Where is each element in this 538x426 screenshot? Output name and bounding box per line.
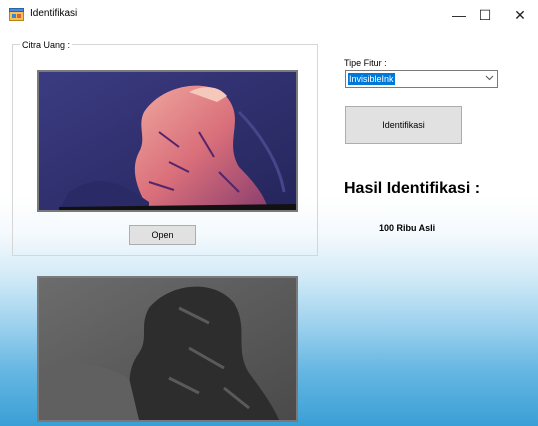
processed-image <box>37 276 298 422</box>
eagle-grayscale-image <box>39 278 296 420</box>
open-button[interactable]: Open <box>129 225 196 245</box>
title-bar: Identifikasi — ☐ ✕ <box>0 0 538 30</box>
minimize-icon: — <box>452 7 466 23</box>
maximize-button[interactable]: ☐ <box>465 0 505 30</box>
eagle-color-image <box>39 72 296 210</box>
tipe-fitur-selected: InvisibleInk <box>348 73 395 85</box>
close-button[interactable]: ✕ <box>500 0 538 30</box>
close-icon: ✕ <box>514 6 526 23</box>
maximize-icon: ☐ <box>478 6 492 23</box>
chevron-down-icon[interactable] <box>485 73 494 85</box>
identifikasi-button[interactable]: Identifikasi <box>345 106 462 144</box>
tipe-fitur-label: Tipe Fitur : <box>344 58 387 68</box>
hasil-identifikasi-heading: Hasil Identifikasi : <box>344 180 481 197</box>
citra-uang-label: Citra Uang : <box>20 40 73 50</box>
original-image <box>37 70 298 212</box>
window-title: Identifikasi <box>30 8 78 19</box>
app-window-icon <box>9 8 24 21</box>
result-value: 100 Ribu Asli <box>379 223 436 233</box>
tipe-fitur-select[interactable]: InvisibleInk <box>345 70 498 88</box>
client-area: Citra Uang : Open Tipe Fitur: Invisible… <box>0 30 538 426</box>
